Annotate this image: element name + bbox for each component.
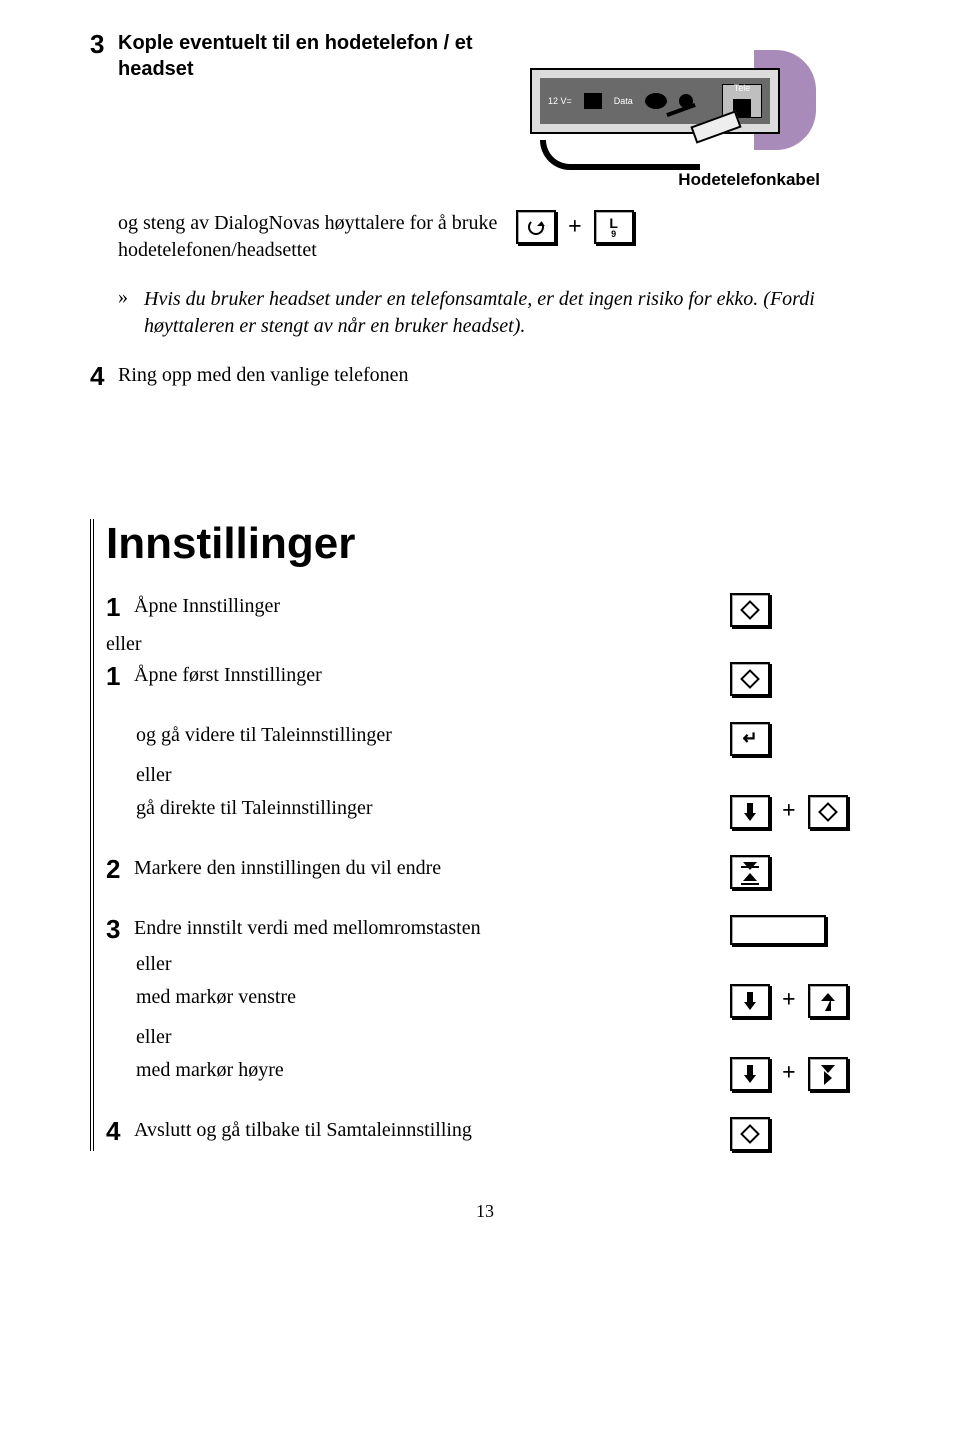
sub-d: med markør høyre +	[136, 1057, 880, 1091]
step-number: 1	[106, 662, 134, 691]
port-label-data: Data	[614, 96, 633, 106]
page-number: 13	[90, 1201, 880, 1222]
step-4b: 4 Avslutt og gå tilbake til Samtaleinnst…	[106, 1117, 880, 1151]
diamond-key-icon	[808, 795, 848, 829]
diamond-key-icon	[730, 1117, 770, 1151]
plus-icon: +	[780, 987, 798, 1014]
step-3-subtext: og steng av DialogNovas høyttalere for å…	[118, 210, 498, 264]
step-number: 3	[106, 915, 134, 944]
step-1b: 1 Åpne først Innstillinger	[106, 662, 880, 696]
shift-down-key-icon	[730, 1057, 770, 1091]
l9-key-icon: L 9	[594, 210, 634, 244]
step-number: 3	[90, 30, 118, 59]
shift-down-key-icon	[730, 984, 770, 1018]
diamond-key-icon	[730, 593, 770, 627]
step-3b-label: Endre innstilt verdi med mellomromstaste…	[134, 915, 730, 942]
step-4: 4 Ring opp med den vanlige telefonen	[90, 362, 880, 391]
step-number: 4	[90, 362, 118, 391]
sub-a-label: og gå videre til Taleinnstillinger	[136, 722, 730, 749]
eller-4: eller	[136, 1024, 880, 1051]
sub-a: og gå videre til Taleinnstillinger ↵	[136, 722, 880, 756]
shift-down-key-icon	[730, 795, 770, 829]
sub-b-label: gå direkte til Taleinnstillinger	[136, 795, 730, 822]
eller-3: eller	[136, 951, 880, 978]
port-label-12v: 12 V=	[548, 96, 572, 106]
key-combo-refresh-l: + L 9	[516, 210, 634, 244]
device-illustration: 12 V= Data Tele Hodetelefonkabel	[530, 58, 820, 190]
sub-c: med markør venstre +	[136, 984, 880, 1018]
note-text: Hvis du bruker headset under en telefons…	[144, 286, 880, 340]
sub-b: gå direkte til Taleinnstillinger +	[136, 795, 880, 829]
eller-1: eller	[106, 631, 880, 658]
step-2-label: Markere den innstillingen du vil endre	[134, 855, 730, 882]
diamond-key-icon	[730, 662, 770, 696]
eller-2: eller	[136, 762, 880, 789]
step-1b-label: Åpne først Innstillinger	[134, 662, 730, 689]
sub-c-label: med markør venstre	[136, 984, 730, 1011]
data-port-icon	[645, 93, 667, 109]
step-3b: 3 Endre innstilt verdi med mellomromstas…	[106, 915, 880, 945]
step-number: 1	[106, 593, 134, 622]
step-number: 4	[106, 1117, 134, 1146]
step-4-title: Ring opp med den vanlige telefonen	[118, 362, 408, 389]
step-1a: 1 Åpne Innstillinger	[106, 593, 880, 627]
refresh-key-icon	[516, 210, 556, 244]
arrow-left-key-icon	[808, 984, 848, 1018]
spacebar-key-icon	[730, 915, 826, 945]
section-heading: Innstillinger	[106, 519, 880, 569]
illustration-caption: Hodetelefonkabel	[530, 170, 820, 190]
plus-icon: +	[780, 798, 798, 825]
step-1a-label: Åpne Innstillinger	[134, 593, 730, 620]
step-3-title: Kople eventuelt til en hodetelefon / et …	[118, 30, 478, 82]
step-2: 2 Markere den innstillingen du vil endre	[106, 855, 880, 889]
up-down-key-icon	[730, 855, 770, 889]
arrow-right-key-icon	[808, 1057, 848, 1091]
enter-key-icon: ↵	[730, 722, 770, 756]
power-port-icon	[584, 93, 602, 109]
port-label-tele: Tele	[734, 83, 751, 93]
jack-plug-icon	[620, 118, 740, 158]
plus-icon: +	[780, 1060, 798, 1087]
step-4b-label: Avslutt og gå tilbake til Samtaleinnstil…	[134, 1117, 730, 1144]
step-number: 2	[106, 855, 134, 884]
plus-icon: +	[566, 214, 584, 241]
note-marker: »	[118, 286, 136, 340]
sub-d-label: med markør høyre	[136, 1057, 730, 1084]
